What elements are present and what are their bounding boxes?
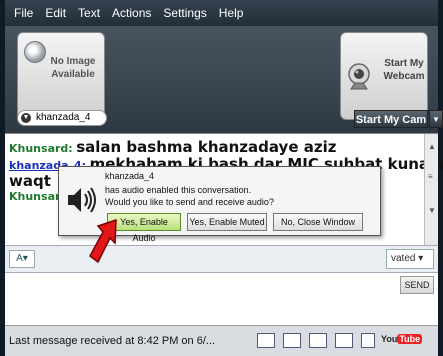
dialog-title: khanzada_4 xyxy=(105,171,155,181)
app-window: File Edit Text Actions Settings Help No … xyxy=(0,0,443,356)
font-icon: A xyxy=(16,253,23,264)
user-dot-icon: ▼ xyxy=(21,113,31,123)
youtube-button[interactable]: You Tube xyxy=(381,334,433,348)
send-button[interactable]: SEND xyxy=(400,276,434,294)
menu-settings[interactable]: Settings xyxy=(163,6,206,20)
chat-message: waqt xyxy=(9,172,51,190)
private-mode-button[interactable]: vated ▾ xyxy=(386,249,434,269)
start-my-cam-button[interactable]: Start My Cam xyxy=(354,110,428,128)
speaker-icon xyxy=(68,187,96,213)
user-name-pill[interactable]: ▼ khanzada_4 xyxy=(17,110,107,126)
scroll-thumb-icon[interactable]: ≡ xyxy=(428,172,433,181)
no-image-line2: Available xyxy=(51,69,95,80)
webcam-icon xyxy=(348,63,370,90)
start-webcam-label: Start My Webcam xyxy=(381,57,427,83)
message-text: waqt xyxy=(9,172,51,190)
chat-scrollbar[interactable]: ▲ ≡ ▼ xyxy=(424,134,438,246)
message-input[interactable]: SEND xyxy=(5,272,438,325)
font-button[interactable]: A▾ xyxy=(9,250,35,268)
remote-video-box: No Image Available xyxy=(17,32,105,120)
youtube-tube: Tube xyxy=(397,334,423,344)
dialog-line1: has audio enabled this conversation. xyxy=(105,185,252,195)
menu-text[interactable]: Text xyxy=(78,6,100,20)
layout-3-icon[interactable] xyxy=(309,333,327,348)
no-image-line1: No Image xyxy=(50,56,96,67)
scroll-up-icon[interactable]: ▲ xyxy=(428,142,436,151)
close-window-button[interactable]: No, Close Window xyxy=(273,213,363,231)
no-camera-icon xyxy=(24,41,46,63)
chat-message: Khunsar xyxy=(9,190,60,203)
menu-bar: File Edit Text Actions Settings Help xyxy=(5,0,438,26)
start-cam-dropdown-arrow-icon[interactable]: ▼ xyxy=(429,110,443,128)
menu-file[interactable]: File xyxy=(14,6,33,20)
layout-4-icon[interactable] xyxy=(335,333,353,348)
layout-5-icon[interactable] xyxy=(361,333,375,348)
start-webcam-line2: Webcam xyxy=(383,71,425,82)
no-image-label: No Image Available xyxy=(48,55,98,81)
dialog-line2: Would you like to send and receive audio… xyxy=(105,197,274,207)
user-name: khanzada_4 xyxy=(36,112,91,123)
window-right-edge xyxy=(438,0,443,356)
chat-message: Khunsard: salan bashma khanzadaye aziz xyxy=(9,138,336,156)
message-nick: Khunsard: xyxy=(9,142,73,155)
status-bar: Last message received at 8:42 PM on 6/..… xyxy=(5,325,438,356)
menu-actions[interactable]: Actions xyxy=(112,6,151,20)
message-nick: Khunsar xyxy=(9,190,61,203)
scroll-down-icon[interactable]: ▼ xyxy=(428,206,436,215)
message-text: salan bashma khanzadaye aziz xyxy=(76,138,337,156)
text-toolbar: A▾ vated ▾ xyxy=(5,245,438,272)
status-text: Last message received at 8:42 PM on 6/..… xyxy=(9,335,216,347)
start-webcam-box[interactable]: Start My Webcam xyxy=(340,32,428,120)
menu-edit[interactable]: Edit xyxy=(45,6,66,20)
start-webcam-line1: Start My xyxy=(384,58,424,69)
red-pointer-arrow-icon xyxy=(89,218,117,264)
menu-help[interactable]: Help xyxy=(219,6,244,20)
layout-2-icon[interactable] xyxy=(283,333,301,348)
layout-1-icon[interactable] xyxy=(257,333,275,348)
youtube-label: You xyxy=(381,334,398,344)
private-mode-label: vated xyxy=(391,253,416,264)
video-panel: No Image Available Start My Webcam ▼ kha… xyxy=(5,26,443,133)
enable-muted-button[interactable]: Yes, Enable Muted xyxy=(187,213,267,231)
